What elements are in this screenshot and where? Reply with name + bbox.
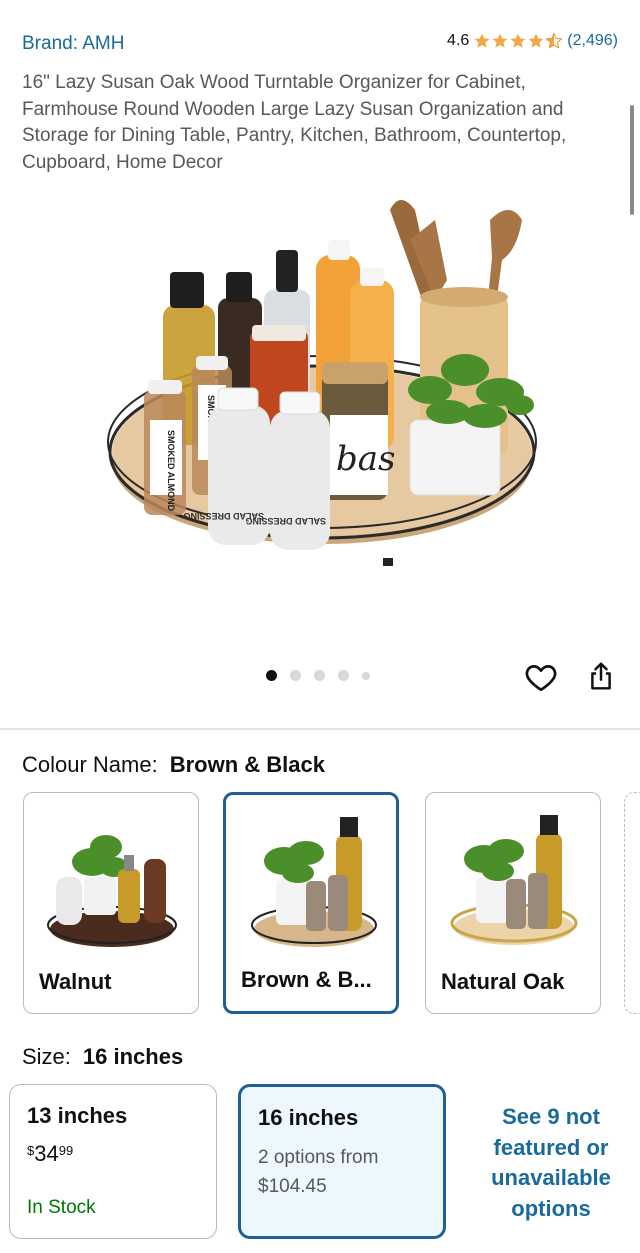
star-half-icon: [545, 32, 563, 49]
colour-option-partial[interactable]: [624, 792, 640, 1014]
size-option-price: $3499: [27, 1141, 74, 1166]
carousel-dot[interactable]: [266, 670, 277, 681]
swatch-image-natural-oak: [450, 815, 578, 945]
image-text-basil: bas: [336, 439, 395, 479]
image-text-almond: SMOKED ALMOND: [166, 430, 176, 512]
heart-icon[interactable]: [524, 660, 558, 694]
share-icon[interactable]: [586, 660, 616, 692]
carousel-dot[interactable]: [314, 670, 325, 681]
star-icon: [510, 33, 526, 48]
colour-option-walnut[interactable]: Walnut: [23, 792, 199, 1014]
colour-option-natural-oak[interactable]: Natural Oak: [425, 792, 601, 1014]
size-option-name: 13 inches: [27, 1103, 128, 1128]
carousel-dot[interactable]: [290, 670, 301, 681]
colour-option-label: Brown & B...: [241, 967, 372, 992]
star-rating: [473, 32, 563, 50]
colour-label: Colour Name:: [22, 752, 158, 777]
star-icon: [528, 33, 544, 48]
rating-summary[interactable]: 4.6 (2,496): [447, 32, 618, 50]
size-selected-value: 16 inches: [82, 1044, 184, 1069]
size-option-price-info: 2 options from $104.45: [258, 1147, 379, 1197]
carousel-dot[interactable]: [338, 670, 349, 681]
swatch-image-brown-black: [251, 817, 377, 947]
colour-option-brown-black[interactable]: Brown & B...: [223, 792, 399, 1014]
swatch-image-walnut: [47, 835, 177, 947]
rating-value: 4.6: [447, 32, 470, 49]
product-title: 16" Lazy Susan Oak Wood Turntable Organi…: [22, 72, 567, 173]
see-more-options-link[interactable]: See 9 not featured or unavailable option…: [468, 1102, 634, 1224]
section-divider: [0, 728, 640, 730]
rating-count-link[interactable]: (2,496): [567, 32, 618, 50]
star-icon: [492, 33, 508, 48]
colour-option-label: Natural Oak: [441, 969, 565, 994]
colour-name-row: Colour Name: Brown & Black: [22, 752, 325, 778]
size-row: Size: 16 inches: [22, 1044, 183, 1070]
colour-selected-value: Brown & Black: [169, 752, 325, 777]
size-label: Size:: [22, 1044, 71, 1069]
size-option-name: 16 inches: [258, 1105, 359, 1130]
colour-option-label: Walnut: [39, 969, 112, 994]
size-option-13-inches[interactable]: 13 inches $3499 In Stock: [9, 1084, 217, 1239]
image-text-dressing: SALAD DRESSING: [245, 516, 326, 526]
size-option-16-inches[interactable]: 16 inches 2 options from $104.45: [238, 1084, 446, 1239]
stock-status: In Stock: [27, 1197, 96, 1218]
product-image[interactable]: bas SMOKED ALMOND SMOKED ALMOND SALAD DR…: [0, 180, 640, 650]
brand-link[interactable]: Brand: AMH: [22, 33, 124, 55]
image-carousel-dots[interactable]: [266, 670, 383, 681]
star-icon: [474, 33, 490, 48]
carousel-dot[interactable]: [362, 671, 370, 680]
